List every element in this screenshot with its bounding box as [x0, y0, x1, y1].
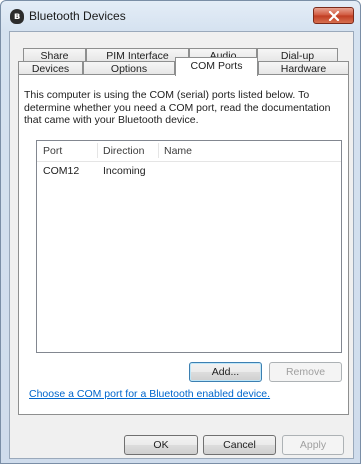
column-header-port[interactable]: Port: [43, 145, 62, 157]
column-separator[interactable]: [97, 143, 98, 158]
column-header-name[interactable]: Name: [164, 145, 192, 157]
close-button[interactable]: [313, 7, 354, 24]
window-title: Bluetooth Devices: [29, 9, 126, 23]
dialog-client-area: Share PIM Interface Audio Dial-up Device…: [9, 31, 354, 459]
cancel-button[interactable]: Cancel: [203, 435, 276, 455]
direction-cell: Incoming: [103, 165, 146, 177]
column-separator[interactable]: [158, 143, 159, 158]
port-cell: COM12: [43, 165, 80, 177]
bluetooth-devices-window: ʙ Bluetooth Devices Share PIM Interface …: [0, 0, 361, 464]
ok-button[interactable]: OK: [124, 435, 198, 455]
title-bar[interactable]: ʙ Bluetooth Devices: [1, 1, 360, 31]
list-item[interactable]: COM12 Incoming: [37, 163, 341, 179]
choose-com-port-link[interactable]: Choose a COM port for a Bluetooth enable…: [29, 388, 270, 400]
list-header: Port Direction Name: [37, 141, 341, 162]
bluetooth-icon: ʙ: [10, 9, 24, 24]
com-ports-description: This computer is using the COM (serial) …: [24, 89, 331, 126]
close-icon: [328, 10, 339, 21]
add-button[interactable]: Add...: [189, 362, 262, 382]
column-header-direction[interactable]: Direction: [103, 145, 144, 157]
com-ports-list[interactable]: Port Direction Name COM12 Incoming: [36, 140, 342, 353]
tab-com-ports[interactable]: COM Ports: [175, 57, 258, 76]
remove-button[interactable]: Remove: [269, 362, 342, 382]
apply-button[interactable]: Apply: [282, 435, 344, 455]
